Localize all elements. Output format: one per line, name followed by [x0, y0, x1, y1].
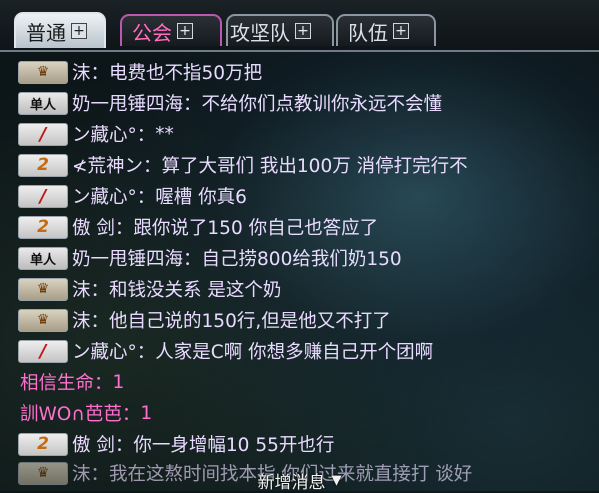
chat-message: / ン藏心° ： **	[0, 119, 174, 149]
separator: ：	[121, 404, 141, 425]
message-text: 跟你说了150 你自己也答应了	[133, 218, 379, 239]
message-text: 电费也不指50万把	[109, 63, 263, 84]
message-text: 喔槽 你真6	[155, 187, 247, 208]
tab-raid[interactable]: 攻坚队 +	[226, 14, 334, 46]
tab-normal[interactable]: 普通 +	[14, 12, 106, 48]
chat-log[interactable]: ♛ 沫 ： 电费也不指50万把 单人 奶一甩锤四海 ： 不给你们点教训你永远不会…	[0, 50, 599, 493]
separator: ：	[136, 187, 156, 208]
tab-normal-plus-icon[interactable]: +	[71, 23, 87, 39]
chat-message: / ン藏心° ： 人家是C啊 你想多赚自己开个团啊	[0, 336, 433, 366]
separator: ：	[114, 435, 134, 456]
separator: ：	[90, 311, 110, 332]
sender-name[interactable]: ン藏心°	[72, 121, 137, 147]
two-badge-icon: 2	[18, 215, 68, 239]
chat-message: 单人 奶一甩锤四海 ： 不给你们点教训你永远不会懂	[0, 88, 442, 118]
sender-name[interactable]: ン藏心°	[72, 338, 137, 364]
slash-badge-icon: /	[18, 184, 68, 208]
separator: ：	[136, 342, 156, 363]
arrow-down-icon: ▼	[331, 473, 342, 488]
chat-message: ♛ 沫 ： 电费也不指50万把	[0, 57, 262, 87]
sender-name[interactable]: 傲 剑	[72, 214, 115, 240]
message-text: 自己捞800给我们奶150	[201, 249, 402, 270]
separator: ：	[136, 125, 156, 146]
chat-message: / ン藏心° ： 喔槽 你真6	[0, 181, 247, 211]
message-text: 算了大哥们 我出100万 消停打完行不	[161, 156, 468, 177]
tab-normal-label: 普通	[26, 20, 66, 45]
sender-name[interactable]: 沫	[72, 276, 91, 302]
message-text: 不给你们点教训你永远不会懂	[201, 94, 443, 115]
sender-name[interactable]: 傲 剑	[72, 431, 115, 457]
tab-party[interactable]: 队伍 +	[336, 14, 436, 46]
separator: ：	[183, 94, 202, 115]
tab-party-plus-icon[interactable]: +	[393, 23, 409, 39]
sender-name[interactable]: 相信生命	[20, 369, 94, 395]
chat-message: 2 傲 剑 ： 跟你说了150 你自己也答应了	[0, 212, 378, 242]
sender-name[interactable]: 沫	[72, 307, 91, 333]
sender-name[interactable]: ン藏心°	[72, 183, 137, 209]
sender-name[interactable]: 奶一甩锤四海	[72, 90, 183, 116]
message-text: 人家是C啊 你想多赚自己开个团啊	[155, 342, 434, 363]
chat-message: ♛ 沫 ： 他自己说的150行,但是他又不打了	[0, 305, 391, 335]
solo-badge-icon: 单人	[18, 91, 68, 115]
tab-guild-plus-icon[interactable]: +	[177, 23, 193, 39]
new-messages-button[interactable]: 新增消息 ▼	[258, 468, 342, 493]
message-text: **	[155, 123, 174, 145]
tab-party-label: 队伍	[348, 20, 388, 45]
chat-tab-bar: 普通 + 公会 + 攻坚队 + 队伍 +	[0, 0, 599, 50]
message-text: 1	[112, 371, 125, 393]
crown-badge-icon: ♛	[18, 308, 68, 332]
sender-name[interactable]: 訓WO∩芭芭	[20, 400, 122, 426]
solo-badge-icon: 单人	[18, 246, 68, 270]
separator: ：	[114, 218, 134, 239]
separator: ：	[94, 373, 113, 394]
tab-raid-plus-icon[interactable]: +	[295, 23, 311, 39]
two-badge-icon: 2	[18, 432, 68, 456]
crown-badge-icon: ♛	[18, 60, 68, 84]
chat-message: 单人 奶一甩锤四海 ： 自己捞800给我们奶150	[0, 243, 402, 273]
crown-badge-icon: ♛	[18, 277, 68, 301]
message-text: 和钱没关系 是这个奶	[109, 280, 282, 301]
tab-guild[interactable]: 公会 +	[120, 14, 222, 46]
separator: ：	[90, 63, 110, 84]
chat-message: 訓WO∩芭芭 ： 1	[0, 398, 152, 428]
sender-name[interactable]: 奶一甩锤四海	[72, 245, 183, 271]
sender-name[interactable]: ≮荒神ン	[72, 152, 143, 178]
tab-guild-label: 公会	[132, 20, 172, 45]
chat-message: 2 傲 剑 ： 你一身增幅10 55开也行	[0, 429, 334, 459]
sender-name[interactable]: 沫	[72, 59, 91, 85]
separator: ：	[90, 280, 110, 301]
message-text: 1	[140, 402, 153, 424]
tab-raid-label: 攻坚队	[230, 20, 290, 45]
message-text: 你一身增幅10 55开也行	[133, 435, 335, 456]
slash-badge-icon: /	[18, 339, 68, 363]
chat-message: 2 ≮荒神ン ： 算了大哥们 我出100万 消停打完行不	[0, 150, 468, 180]
message-text: 他自己说的150行,但是他又不打了	[109, 311, 391, 332]
separator: ：	[143, 156, 162, 177]
chat-message: 相信生命 ： 1	[0, 367, 124, 397]
chat-message: ♛ 沫 ： 和钱没关系 是这个奶	[0, 274, 281, 304]
two-badge-icon: 2	[18, 153, 68, 177]
new-messages-indicator[interactable]: 新增消息 ▼	[0, 468, 599, 493]
separator: ：	[183, 249, 202, 270]
new-messages-label: 新增消息	[257, 473, 326, 493]
slash-badge-icon: /	[18, 122, 68, 146]
